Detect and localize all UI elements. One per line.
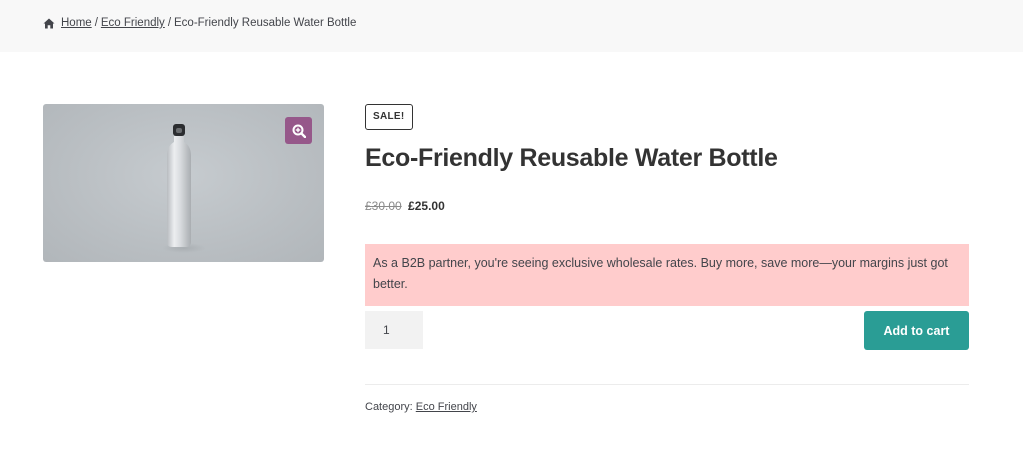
breadcrumb-separator: / <box>94 17 98 29</box>
home-icon <box>43 18 55 28</box>
divider <box>365 384 969 385</box>
product-meta: Category: Eco Friendly <box>365 401 477 413</box>
category-link[interactable]: Eco Friendly <box>416 401 477 413</box>
breadcrumb: Home / Eco Friendly / Eco-Friendly Reusa… <box>43 17 356 29</box>
water-bottle-image <box>162 124 206 253</box>
price-new: £25.00 <box>408 199 445 213</box>
quantity-input[interactable] <box>365 311 423 349</box>
breadcrumb-category-link[interactable]: Eco Friendly <box>101 17 165 29</box>
zoom-button[interactable] <box>285 117 312 144</box>
breadcrumb-home-link[interactable]: Home <box>61 17 92 29</box>
price-old: £30.00 <box>365 199 402 213</box>
b2b-notice: As a B2B partner, you're seeing exclusiv… <box>365 244 969 306</box>
add-to-cart-button[interactable]: Add to cart <box>864 311 969 350</box>
product-title: Eco-Friendly Reusable Water Bottle <box>365 144 778 172</box>
breadcrumb-separator: / <box>167 17 172 29</box>
zoom-in-icon <box>292 124 306 138</box>
price: £30.00 £25.00 <box>365 199 445 213</box>
breadcrumb-current: Eco-Friendly Reusable Water Bottle <box>174 17 357 29</box>
sale-badge: SALE! <box>365 104 413 130</box>
product-image[interactable] <box>43 104 324 262</box>
category-label: Category: <box>365 401 413 413</box>
breadcrumb-bar: Home / Eco Friendly / Eco-Friendly Reusa… <box>0 0 1023 52</box>
